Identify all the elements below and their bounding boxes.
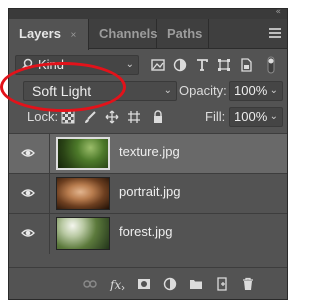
add-layer-mask-icon[interactable] — [137, 277, 151, 291]
visibility-eye-icon[interactable] — [21, 226, 35, 240]
visibility-eye-icon[interactable] — [21, 146, 35, 160]
opacity-value: 100% — [234, 83, 268, 98]
new-adjustment-layer-icon[interactable] — [163, 277, 177, 291]
layer-row-portrait[interactable]: portrait.jpg — [9, 173, 287, 214]
panel-menu-icon[interactable] — [269, 28, 281, 38]
panel-top-bar: « — [9, 9, 287, 19]
layer-thumbnail-texture — [56, 137, 110, 170]
delete-layer-trash-icon[interactable] — [241, 277, 255, 291]
tab-paths-label: Paths — [167, 26, 203, 41]
pixel-layer-filter-icon[interactable] — [151, 58, 165, 72]
tab-layers[interactable]: Layers × — [9, 19, 89, 50]
filter-kind-select[interactable]: Kind ⌄ — [15, 55, 139, 75]
layer-name-portrait: portrait.jpg — [119, 184, 181, 199]
new-layer-icon[interactable] — [215, 277, 229, 291]
link-layers-icon[interactable] — [83, 277, 97, 291]
chevron-down-icon: ⌄ — [269, 111, 278, 122]
tab-paths[interactable]: Paths — [157, 19, 209, 49]
adjustment-layer-filter-icon[interactable] — [173, 58, 187, 72]
lock-label: Lock: — [27, 109, 59, 124]
layer-name-texture: texture.jpg — [119, 144, 180, 159]
lock-transparent-pixels-icon[interactable] — [61, 110, 75, 124]
layer-thumbnail-portrait — [56, 177, 110, 210]
blend-mode-select[interactable]: Soft Light ⌄ — [23, 81, 177, 101]
layers-bottom-toolbar: fx — [9, 267, 287, 299]
filter-kind-label: Kind — [38, 57, 65, 72]
tab-layers-label: Layers — [19, 26, 61, 41]
filter-toggle-switch[interactable] — [265, 55, 277, 75]
close-tab-icon[interactable]: × — [71, 30, 77, 41]
opacity-input[interactable]: 100% ⌄ — [229, 81, 283, 101]
fill-value: 100% — [234, 109, 268, 124]
lock-artboard-icon[interactable] — [127, 110, 141, 124]
chevron-down-icon: ⌄ — [269, 85, 278, 96]
fill-input[interactable]: 100% ⌄ — [229, 107, 283, 127]
layer-thumbnail-forest — [56, 217, 110, 250]
blend-mode-value: Soft Light — [32, 83, 92, 99]
lock-all-icon[interactable] — [151, 110, 165, 124]
tab-channels[interactable]: Channels — [89, 19, 158, 49]
fill-label: Fill: — [205, 109, 226, 124]
panel-tabs: Layers × Channels Paths — [9, 19, 287, 50]
layers-panel: « Layers × Channels Paths Kind ⌄ Soft Li… — [8, 8, 288, 300]
shape-layer-filter-icon[interactable] — [217, 58, 231, 72]
chevron-down-icon: ⌄ — [125, 59, 134, 70]
layer-row-forest[interactable]: forest.jpg — [9, 213, 287, 254]
svg-text:fx: fx — [109, 278, 121, 291]
tab-channels-label: Channels — [99, 26, 158, 41]
search-icon — [21, 58, 33, 71]
lock-row: Lock: Fill: 100% ⌄ — [9, 106, 287, 128]
opacity-label: Opacity: — [179, 83, 227, 98]
smart-object-filter-icon[interactable] — [239, 58, 253, 72]
new-group-folder-icon[interactable] — [189, 277, 203, 291]
layer-style-fx-icon[interactable]: fx — [109, 277, 125, 291]
lock-image-pixels-brush-icon[interactable] — [83, 110, 97, 124]
collapse-panel-button[interactable]: « — [275, 9, 281, 17]
blend-row: Soft Light ⌄ Opacity: 100% ⌄ — [9, 80, 287, 102]
layer-name-forest: forest.jpg — [119, 224, 173, 239]
layer-row-texture[interactable]: texture.jpg — [9, 133, 287, 174]
visibility-eye-icon[interactable] — [21, 186, 35, 200]
type-layer-filter-icon[interactable] — [195, 58, 209, 72]
filter-row: Kind ⌄ — [9, 54, 287, 76]
lock-position-move-icon[interactable] — [105, 110, 119, 124]
chevron-down-icon: ⌄ — [163, 85, 172, 96]
